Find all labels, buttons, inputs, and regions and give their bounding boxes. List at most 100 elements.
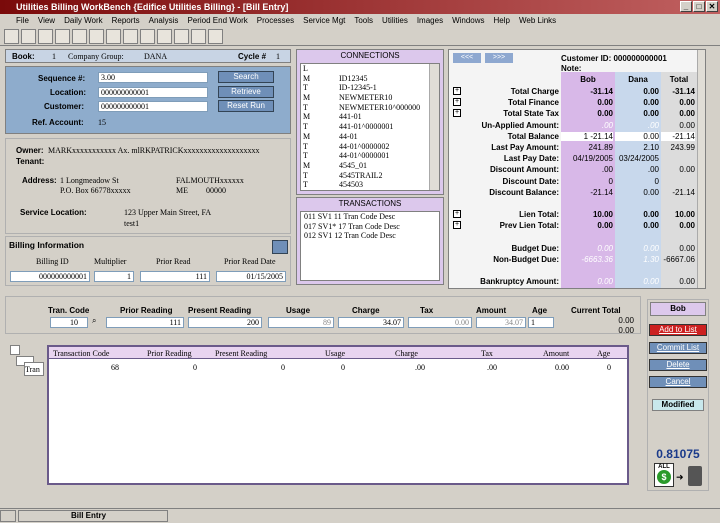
usage-input[interactable]: 89 [268, 317, 334, 328]
connection-item[interactable]: T NEWMETER10^000000 [301, 103, 439, 113]
address-city: FALMOUTHxxxxxx [176, 176, 244, 185]
connection-type: M [303, 160, 311, 170]
help-icon[interactable] [55, 29, 70, 44]
location-input[interactable]: 000000000001 [98, 87, 208, 98]
clock-icon[interactable] [191, 29, 206, 44]
refresh-icon[interactable] [21, 29, 36, 44]
connection-item[interactable]: T 44-01^0000002 [301, 142, 439, 152]
transactions-list[interactable]: 011 SV1 11 Tran Code Desc 017 SV1* 17 Tra… [300, 211, 440, 281]
network-icon[interactable] [157, 29, 172, 44]
connection-item[interactable]: T 4545TRAIL2 [301, 171, 439, 181]
menu-item-period-end-work[interactable]: Period End Work [187, 14, 247, 28]
transaction-item[interactable]: 012 SV1 12 Tran Code Desc [301, 231, 439, 241]
book-bar: Book: 1 Company Group: DANA Cycle # 1 [5, 49, 291, 63]
maximize-button[interactable]: □ [693, 1, 705, 12]
connection-item[interactable]: M NEWMETER10 [301, 93, 439, 103]
menu-item-analysis[interactable]: Analysis [149, 14, 179, 28]
connection-item[interactable]: M 4545_01 [301, 161, 439, 171]
connection-item[interactable]: M 44-01 [301, 132, 439, 142]
customer-input[interactable]: 000000000001 [98, 101, 208, 112]
transaction-item[interactable]: 011 SV1 11 Tran Code Desc [301, 212, 439, 222]
cancel-button[interactable]: Cancel [649, 376, 707, 388]
account-value: 0.00 [679, 109, 695, 119]
menu-item-file[interactable]: File [16, 14, 29, 28]
commit-list-button[interactable]: Commit List [649, 342, 707, 354]
search-icon[interactable]: ⌕ [92, 316, 96, 326]
account-value: 0 [608, 176, 613, 186]
connection-type: T [303, 102, 308, 112]
current-total-header: Current Total [571, 306, 621, 315]
tax-input[interactable]: 0.00 [408, 317, 472, 328]
nav-next-button[interactable]: >>> [485, 53, 513, 63]
connection-item[interactable]: M 441-01 [301, 112, 439, 122]
menu-item-service-mgt[interactable]: Service Mgt [303, 14, 345, 28]
multiplier-field[interactable]: 1 [94, 271, 134, 282]
account-scrollbar[interactable] [697, 50, 705, 288]
connection-id: NEWMETER10^000000 [339, 102, 421, 112]
tran-code-input[interactable]: 10 [50, 317, 88, 328]
calendar-icon[interactable] [106, 29, 121, 44]
timer-icon[interactable] [208, 29, 223, 44]
account-value: 0.00 [679, 277, 695, 287]
present-reading-input[interactable]: 200 [188, 317, 262, 328]
book-icon[interactable] [72, 29, 87, 44]
account-value: 0.00 [643, 109, 659, 119]
menu-item-web-links[interactable]: Web Links [519, 14, 556, 28]
add-to-list-button[interactable]: Add to List [649, 324, 707, 336]
menu-item-images[interactable]: Images [417, 14, 443, 28]
connection-item[interactable]: M ID12345 [301, 74, 439, 84]
age-input[interactable]: 1 [528, 317, 554, 328]
search-button[interactable]: Search [218, 71, 274, 83]
connection-item[interactable]: T ID-12345-1 [301, 83, 439, 93]
close-button[interactable]: ✕ [706, 1, 718, 12]
save-icon[interactable] [4, 29, 19, 44]
connection-item[interactable]: L [301, 64, 439, 74]
menu-item-utilities[interactable]: Utilities [382, 14, 408, 28]
connections-list[interactable]: L M ID12345 T ID-12345-1 M NEWMETER10 T NEWMETER… [300, 63, 440, 191]
menu-item-daily-work[interactable]: Daily Work [64, 14, 103, 28]
tab-tran[interactable]: Tran [24, 362, 44, 376]
account-row-label: Discount Amount: [489, 165, 559, 175]
company-group-value: DANA [144, 52, 168, 61]
menu-item-reports[interactable]: Reports [112, 14, 140, 28]
connection-item[interactable]: T 44-01^0000001 [301, 151, 439, 161]
retrieve-button[interactable]: Retrieve [218, 86, 274, 98]
transactions-panel: TRANSACTIONS 011 SV1 11 Tran Code Desc 01… [296, 197, 444, 285]
grid-cell: 0 [281, 363, 285, 372]
menu-item-view[interactable]: View [38, 14, 55, 28]
prior-read-field[interactable]: 111 [140, 271, 210, 282]
connection-item[interactable]: T 441-01^0000001 [301, 122, 439, 132]
edit-icon[interactable] [38, 29, 53, 44]
table-row[interactable]: 68 0 0 0.00.00 0.00 0 [49, 362, 627, 372]
menu-item-help[interactable]: Help [494, 14, 510, 28]
connection-item[interactable]: T 454503 [301, 180, 439, 190]
minimize-button[interactable]: _ [680, 1, 692, 12]
cycle-label: Cycle # [238, 52, 267, 61]
customer-id-label: Customer ID: 000000000001 [561, 54, 667, 63]
sequence-input[interactable]: 3.00 [98, 72, 208, 83]
transactions-grid[interactable]: Transaction Code Prior Reading Present Rea… [47, 345, 629, 485]
connections-scrollbar[interactable] [429, 64, 439, 190]
print-icon[interactable] [123, 29, 138, 44]
account-value: 0.00 [597, 243, 613, 253]
trash-icon[interactable] [688, 466, 702, 486]
charge-input[interactable]: 34.07 [338, 317, 404, 328]
amount-input[interactable]: 34.07 [476, 317, 526, 328]
expand-icon[interactable] [10, 345, 20, 355]
account-value: 0.00 [643, 210, 659, 220]
prior-reading-input[interactable]: 111 [106, 317, 184, 328]
menu-item-windows[interactable]: Windows [452, 14, 484, 28]
grid-icon[interactable] [140, 29, 155, 44]
calculator-icon[interactable] [89, 29, 104, 44]
menu-item-processes[interactable]: Processes [257, 14, 294, 28]
prior-read-date-field[interactable]: 01/15/2005 [216, 271, 286, 282]
billing-id-field[interactable]: 000000000001 [10, 271, 90, 282]
calculator-icon[interactable] [272, 240, 288, 254]
reset-run-button[interactable]: Reset Run [218, 100, 274, 112]
chart-icon[interactable] [174, 29, 189, 44]
menu-item-tools[interactable]: Tools [354, 14, 373, 28]
nav-prev-button[interactable]: <<< [453, 53, 481, 63]
delete-button[interactable]: Delete [649, 359, 707, 371]
transaction-item[interactable]: 017 SV1* 17 Tran Code Desc [301, 222, 439, 232]
dollar-icon[interactable]: $ [657, 470, 671, 484]
